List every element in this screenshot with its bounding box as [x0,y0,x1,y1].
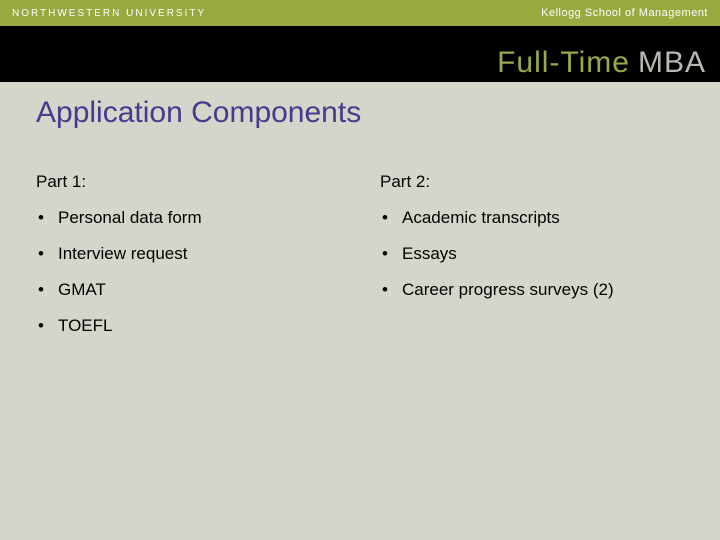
university-name: NORTHWESTERN UNIVERSITY [12,8,206,19]
column-heading: Part 2: [380,172,684,192]
list-item: GMAT [36,280,340,300]
item-list: Personal data form Interview request GMA… [36,208,340,336]
program-title: Full-TimeMBA [497,46,706,80]
item-list: Academic transcripts Essays Career progr… [380,208,684,300]
list-item: Personal data form [36,208,340,228]
school-name: Kellogg School of Management [541,7,708,19]
content-columns: Part 1: Personal data form Interview req… [0,130,720,352]
slide-title: Application Components [0,82,720,130]
list-item: Academic transcripts [380,208,684,228]
header-bar: NORTHWESTERN UNIVERSITY Kellogg School o… [0,0,720,26]
column-part-1: Part 1: Personal data form Interview req… [36,172,340,352]
list-item: TOEFL [36,316,340,336]
list-item: Interview request [36,244,340,264]
banner: Full-TimeMBA [0,26,720,82]
list-item: Career progress surveys (2) [380,280,684,300]
column-part-2: Part 2: Academic transcripts Essays Care… [380,172,684,352]
program-prefix: Full-Time [497,46,630,79]
column-heading: Part 1: [36,172,340,192]
program-suffix: MBA [638,46,706,79]
list-item: Essays [380,244,684,264]
